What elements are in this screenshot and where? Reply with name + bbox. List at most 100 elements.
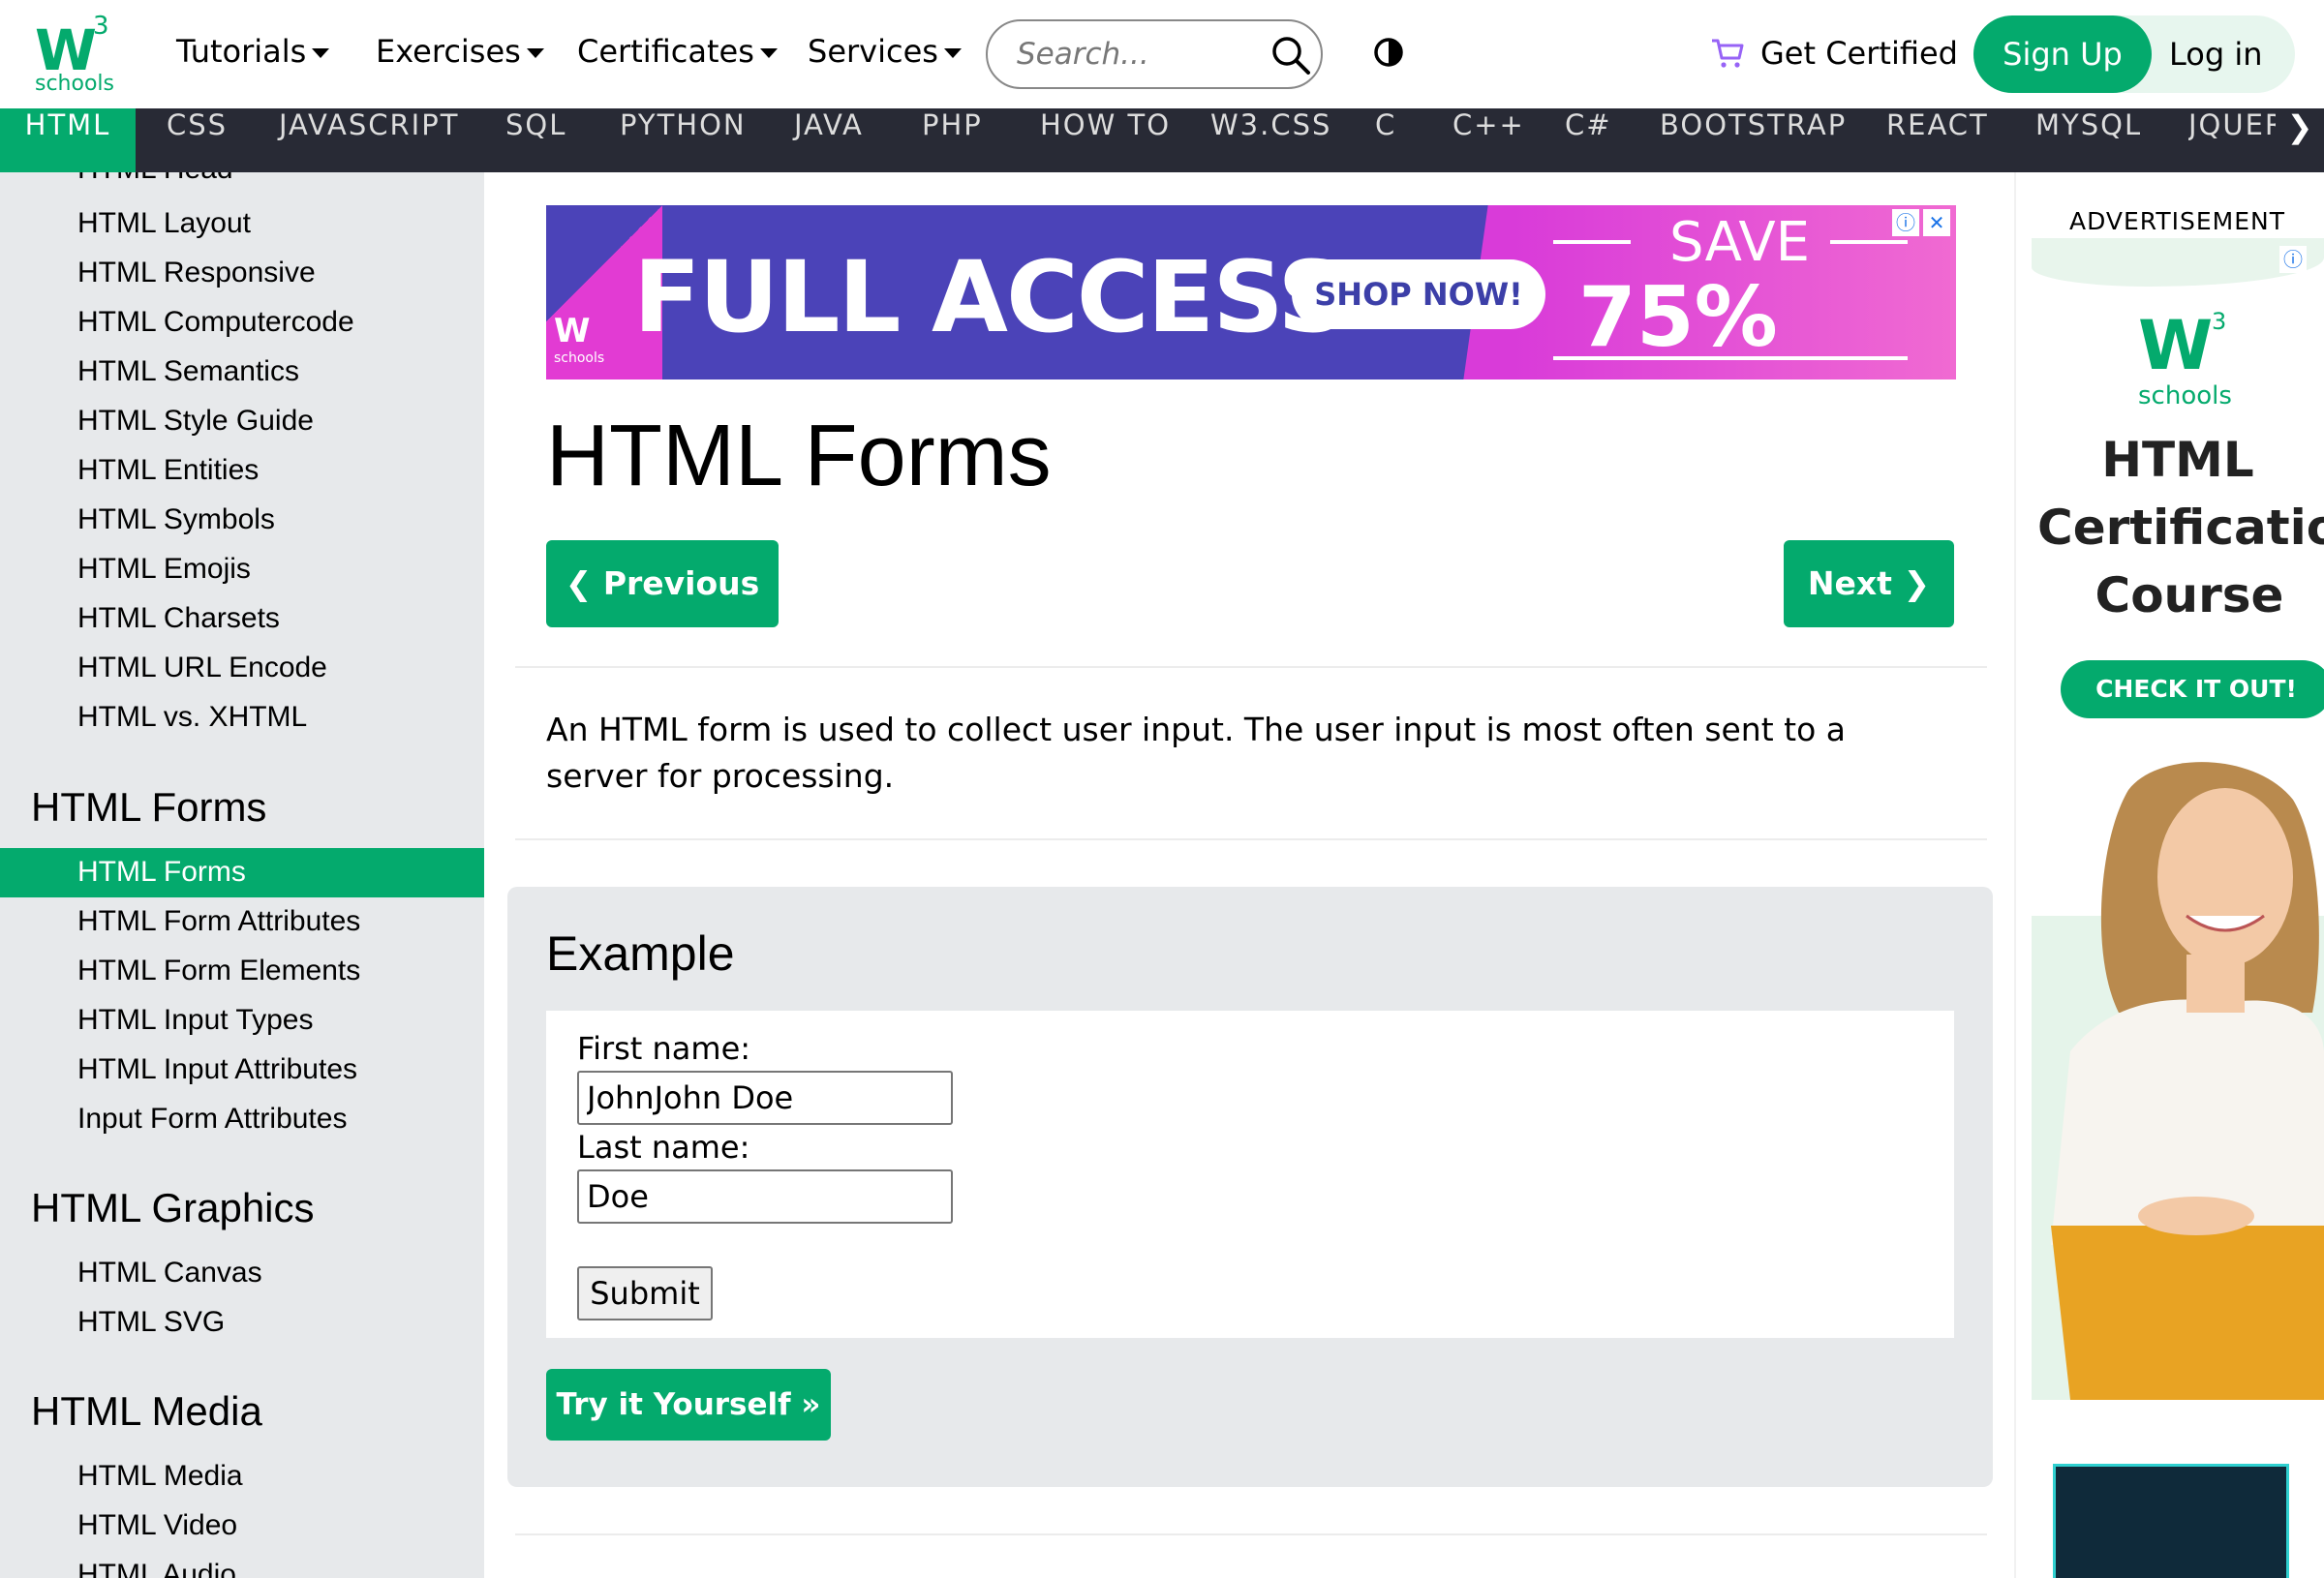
nav-tutorials[interactable]: Tutorials: [176, 33, 330, 70]
sidebar-item-html-style-guide[interactable]: HTML Style Guide: [77, 405, 314, 438]
last-name-label: Last name:: [577, 1129, 750, 1166]
lang-tab-sql[interactable]: SQL: [505, 108, 566, 172]
ad-underline: [1553, 356, 1908, 360]
sidebar-item-html-forms[interactable]: HTML Forms: [77, 856, 246, 889]
sidebar-item-html-computercode[interactable]: HTML Computercode: [77, 306, 354, 339]
lang-tab-jquery[interactable]: JQUERY: [2188, 108, 2285, 172]
previous-button[interactable]: ❮ Previous: [546, 540, 779, 627]
sidebar-item-html-vs-xhtml[interactable]: HTML vs. XHTML: [77, 701, 307, 734]
lang-tab-php[interactable]: PHP: [922, 108, 983, 172]
sign-up-button[interactable]: Sign Up: [1973, 15, 2152, 93]
ad-discount-text: 75% OFF: [1578, 269, 1778, 379]
sidebar-item-html-entities[interactable]: HTML Entities: [77, 454, 259, 487]
ad-save-text: SAVE: [1669, 211, 1811, 274]
check-it-out-button[interactable]: CHECK IT OUT!: [2061, 660, 2324, 718]
sidebar-item-html-canvas[interactable]: HTML Canvas: [77, 1257, 262, 1290]
sidebar-item-html-layout[interactable]: HTML Layout: [77, 207, 251, 240]
last-name-field[interactable]: [577, 1169, 953, 1224]
lang-tab-c[interactable]: C: [1375, 108, 1396, 172]
scroll-right-arrow-icon[interactable]: ❯: [2276, 108, 2324, 172]
cart-icon: [1712, 39, 1744, 68]
first-name-field[interactable]: [577, 1071, 953, 1125]
first-name-label: First name:: [577, 1030, 751, 1067]
ad-divider-line: [1830, 240, 1908, 244]
lang-tab-javascript[interactable]: JAVASCRIPT: [279, 108, 459, 172]
ad-info-icon[interactable]: ⓘ: [2279, 246, 2307, 273]
example-heading: Example: [546, 926, 735, 981]
example-output: First name: Last name: Submit: [546, 1011, 1954, 1338]
nav-certificates[interactable]: Certificates: [577, 33, 778, 70]
lang-tab-react[interactable]: REACT: [1886, 108, 1989, 172]
advertisement-label: ADVERTISEMENT: [2069, 207, 2286, 235]
ad-banner[interactable]: W schools FULL ACCESS SHOP NOW! SAVE 75%…: [546, 205, 1956, 379]
ad-logo-mark: W: [2138, 306, 2213, 385]
side-ad[interactable]: ⓘ W 3 schools HTML Certification Course …: [2032, 238, 2324, 1400]
nav-services-label: Services: [808, 33, 938, 70]
submit-button[interactable]: Submit: [577, 1266, 713, 1320]
sidebar-heading-forms: HTML Forms: [31, 784, 267, 830]
lang-tab-java[interactable]: JAVA: [794, 108, 864, 172]
woman-photo: [2051, 762, 2324, 1400]
sidebar-item-input-attributes[interactable]: HTML Input Attributes: [77, 1053, 357, 1086]
sidebar-heading-graphics: HTML Graphics: [31, 1185, 315, 1230]
logo-word: schools: [35, 72, 114, 96]
sidebar-item-html-svg[interactable]: HTML SVG: [77, 1306, 225, 1339]
caret-down-icon: [943, 48, 962, 58]
get-certified-link[interactable]: Get Certified: [1760, 35, 1958, 72]
top-header: W 3 schools Tutorials Exercises Certific…: [0, 0, 2324, 108]
sidebar-item-input-types[interactable]: HTML Input Types: [77, 1004, 313, 1037]
divider: [515, 666, 1987, 668]
lang-tab-bootstrap[interactable]: BOOTSTRAP: [1660, 108, 1847, 172]
lang-tab-css[interactable]: CSS: [167, 108, 228, 172]
sidebar-item-html-url-encode[interactable]: HTML URL Encode: [77, 652, 327, 684]
sidebar-item-html-media[interactable]: HTML Media: [77, 1460, 243, 1493]
lang-tab-w3css[interactable]: W3.CSS: [1210, 108, 1331, 172]
divider: [515, 1533, 1987, 1535]
caret-down-icon: [526, 48, 544, 58]
w3schools-logo[interactable]: W 3 schools: [29, 12, 116, 96]
ad-logo-superscript: 3: [2212, 308, 2227, 335]
sidebar-heading-media: HTML Media: [31, 1388, 262, 1434]
sidebar-item-form-elements[interactable]: HTML Form Elements: [77, 955, 360, 987]
lang-tab-csharp[interactable]: C#: [1565, 108, 1612, 172]
sidebar-item-form-attributes[interactable]: HTML Form Attributes: [77, 905, 360, 938]
bottom-ad[interactable]: [2053, 1464, 2289, 1578]
page-title: HTML Forms: [546, 408, 1052, 504]
next-button[interactable]: Next ❯: [1784, 540, 1954, 627]
ad-logo-mark: W: [554, 312, 591, 350]
ad-divider-line: [1553, 240, 1631, 244]
sidebar-item-html-symbols[interactable]: HTML Symbols: [77, 503, 275, 536]
contrast-toggle-icon[interactable]: [1373, 37, 1404, 68]
lang-tab-html[interactable]: HTML: [0, 108, 136, 172]
sidebar-item-html-charsets[interactable]: HTML Charsets: [77, 602, 280, 635]
ad-title-line-3: Course: [2095, 567, 2284, 623]
nav-services[interactable]: Services: [808, 33, 962, 70]
caret-down-icon: [312, 48, 330, 58]
sidebar-item-html-head[interactable]: HTML Head: [77, 172, 233, 186]
nav-exercises[interactable]: Exercises: [376, 33, 544, 70]
logo-superscript: 3: [93, 12, 109, 41]
ad-title-line-2: Certification: [2037, 500, 2324, 556]
ad-info-icon[interactable]: ⓘ: [1892, 209, 1919, 236]
sidebar-item-input-form-attributes[interactable]: Input Form Attributes: [77, 1103, 347, 1136]
sidebar-item-html-video[interactable]: HTML Video: [77, 1509, 237, 1542]
sidebar-item-html-responsive[interactable]: HTML Responsive: [77, 257, 316, 289]
lang-tab-cpp[interactable]: C++: [1452, 108, 1525, 172]
try-it-yourself-button[interactable]: Try it Yourself »: [546, 1369, 831, 1441]
ad-shop-now-button[interactable]: SHOP NOW!: [1292, 259, 1545, 329]
lang-tab-how-to[interactable]: HOW TO: [1040, 108, 1171, 172]
example-box: Example First name: Last name: Submit Tr…: [507, 887, 1993, 1487]
search-input[interactable]: [1017, 35, 1259, 74]
sidebar-item-html-audio[interactable]: HTML Audio: [77, 1559, 236, 1578]
nav-exercises-label: Exercises: [376, 33, 521, 70]
sidebar-item-html-emojis[interactable]: HTML Emojis: [77, 553, 251, 586]
ad-close-icon[interactable]: ✕: [1923, 209, 1950, 236]
search-icon[interactable]: [1270, 35, 1311, 76]
ad-logo-word: schools: [554, 350, 605, 366]
log-in-button[interactable]: Log in: [2169, 15, 2263, 93]
sidebar-item-html-semantics[interactable]: HTML Semantics: [77, 355, 299, 388]
intro-paragraph: An HTML form is used to collect user inp…: [546, 711, 1846, 795]
lang-tab-python[interactable]: PYTHON: [620, 108, 747, 172]
lang-tab-mysql[interactable]: MYSQL: [2035, 108, 2142, 172]
right-column-divider: [2014, 172, 2016, 1578]
